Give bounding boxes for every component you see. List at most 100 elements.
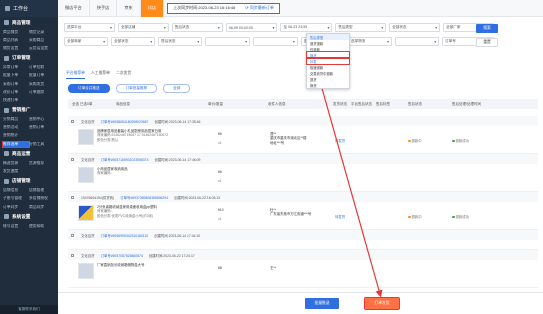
order-tab[interactable]: 人工推荐单 xyxy=(91,71,110,79)
sidebar-item[interactable]: 货源推荐 xyxy=(29,161,55,166)
sidebar-item[interactable]: 营销订单 xyxy=(29,125,55,130)
sidebar-item[interactable]: 营销统计 xyxy=(3,133,29,138)
sidebar-header[interactable]: 工作台 xyxy=(0,0,58,17)
sidebar-item[interactable]: 子账号管理 xyxy=(3,196,29,201)
sidebar-item[interactable]: 采购发货 xyxy=(29,82,55,87)
aftersale-type-dropdown[interactable]: 售后类型 退货退款 仅退款 换货 补发 极速退款 交易收货中退款 退货 换货 xyxy=(306,33,350,89)
sidebar-item[interactable]: 分销工具 xyxy=(29,142,55,147)
filter-select[interactable]: 售后状态 ▾ xyxy=(158,37,203,46)
sidebar-item[interactable]: 云货运设置 xyxy=(29,46,55,51)
sidebar-group-1[interactable]: 订单管理 xyxy=(0,53,58,64)
sidebar-item[interactable]: 批量订单 xyxy=(29,73,55,78)
sidebar-item[interactable]: 推荐选单 xyxy=(2,140,30,148)
sidebar-group-4[interactable]: 店铺管理 xyxy=(0,176,58,187)
aftersale-result-text: 退款成功 xyxy=(455,139,470,143)
chevron-down-icon: ▾ xyxy=(387,39,389,44)
sidebar-group-5[interactable]: 系统设置 xyxy=(0,211,58,222)
chevron-down-icon: ▾ xyxy=(217,25,220,30)
filter-select-value: 全部厂家 xyxy=(446,25,461,29)
order-id[interactable]: 订单号#6937087826860874 xyxy=(101,253,143,258)
sidebar-item[interactable]: 发货速度 xyxy=(3,169,29,174)
sidebar-item[interactable]: 店铺管理 xyxy=(29,188,55,193)
batch-push-button[interactable]: 批量推送 xyxy=(305,298,339,309)
sidebar-item[interactable]: 多店铺授权 xyxy=(29,196,55,201)
table-header-cell[interactable]: 全选 xyxy=(72,102,79,107)
sidebar-item[interactable]: 改价订单 xyxy=(3,90,29,95)
recipient-address: 广东省东莞市万江街道***号 xyxy=(270,212,312,217)
order-subtab[interactable]: 订单批量推荐 xyxy=(115,84,158,93)
platform-tab[interactable]: 快手店 xyxy=(90,0,118,17)
platform-tab[interactable]: 微店平台 xyxy=(58,0,90,17)
order-tab[interactable]: 平台推荐单 xyxy=(66,71,85,79)
sidebar-item[interactable]: 订单拉取 xyxy=(29,65,55,70)
filter-select[interactable]: 全部店铺 ▾ xyxy=(117,23,169,32)
sidebar-group-0[interactable]: 商品管理 xyxy=(0,17,58,28)
sidebar-item[interactable]: 采购商品 xyxy=(29,38,55,43)
filter-select[interactable]: ▾ xyxy=(253,37,298,46)
sidebar-item[interactable]: 商品同步 xyxy=(29,205,55,210)
product-title[interactable]: 厂家直销加长收纳箱储物盒大号 xyxy=(97,263,227,267)
order-checkbox[interactable] xyxy=(71,195,74,199)
filter-select[interactable]: 全部状态 ▾ xyxy=(111,37,156,46)
filter-select[interactable]: 售后类型 ▾ xyxy=(335,23,387,32)
filter-select[interactable]: 08-09 00:00:00 ▾ xyxy=(225,23,278,32)
search-button[interactable]: 搜索 xyxy=(476,24,498,33)
product-thumbnail[interactable] xyxy=(78,129,94,145)
order-checkbox[interactable] xyxy=(71,157,74,161)
filter-select[interactable]: ▾ xyxy=(394,37,440,46)
sidebar: 工作台 商品管理商品铺货 铺货记录 商品列表 采购商品 铺货设置 云货运设置订单管理异常订… xyxy=(0,0,58,314)
sidebar-item[interactable]: 铺货记录 xyxy=(29,30,55,35)
sidebar-item[interactable]: 订单跟踪 xyxy=(29,90,55,95)
platform-tab[interactable]: 京东 xyxy=(117,0,141,17)
sidebar-item[interactable]: 使用帮助 xyxy=(29,224,55,229)
sidebar-row: 批量下单 批量订单 xyxy=(0,72,58,80)
order-id[interactable]: 订单号#6937089808385696294 xyxy=(120,195,168,200)
sync-link[interactable]: ⟳ 同步最新订单 xyxy=(245,5,273,11)
order-id[interactable]: 订单号#6938654180298023687 xyxy=(101,119,149,124)
filter-select[interactable]: 至 06-23 23:59 ▾ xyxy=(280,23,333,32)
print-ship-button[interactable]: 打单发货 xyxy=(364,297,400,310)
sidebar-item[interactable]: 分销商品 xyxy=(3,117,29,122)
sidebar-item[interactable]: 店铺信息 xyxy=(3,188,29,193)
sidebar-item[interactable]: 采购订单 xyxy=(3,82,29,87)
shop-name: 文化百货 xyxy=(81,253,95,258)
filter-select[interactable]: ▾ xyxy=(205,37,251,46)
dropdown-option[interactable]: 换货 xyxy=(307,82,349,88)
filter-select[interactable]: 全部商家 ▾ xyxy=(64,37,109,46)
product-thumbnail[interactable] xyxy=(78,167,94,183)
filter-select-value: 订单号 xyxy=(445,39,456,43)
sidebar-group-2[interactable]: 营销推广 xyxy=(0,105,58,116)
filter-select[interactable]: 售后状态 ▾ xyxy=(171,23,223,32)
sidebar-footer[interactable]: 客服联系我们 xyxy=(0,305,58,314)
sidebar-group-3[interactable]: 商品运营 xyxy=(0,148,58,159)
product-thumbnail[interactable] xyxy=(78,263,94,279)
order-tab[interactable]: 二次发货 xyxy=(116,71,131,79)
sidebar-item[interactable]: 营销中心 xyxy=(29,117,55,122)
order-id[interactable]: 订单号#6937165931023556374 xyxy=(101,157,149,162)
sidebar-item[interactable]: 铺货设置 xyxy=(3,46,29,51)
filter-select[interactable]: 选择物流 ▾ xyxy=(347,37,392,46)
order-body: 2分负者箱收纳盒家用桌面收纳盒pp塑料 商家编码:- 颜色分类:优质PVC收纳盒小号… xyxy=(68,202,538,230)
filter-select[interactable]: 全部状态 ▾ xyxy=(389,23,441,32)
sidebar-item[interactable]: 商品列表 xyxy=(3,38,29,43)
filter-select[interactable]: 选择平台 ▾ xyxy=(64,23,115,32)
sidebar-item[interactable]: 营销活动 xyxy=(3,125,29,130)
sidebar-item[interactable]: 异常订单 xyxy=(3,65,29,70)
sidebar-item[interactable]: 商品铺货 xyxy=(3,30,29,35)
order-subtab[interactable]: 订单合并推送 xyxy=(68,84,110,93)
sidebar-item[interactable]: 批量下单 xyxy=(3,73,29,78)
sidebar-item[interactable]: 快递打单 xyxy=(3,98,29,103)
product-thumbnail[interactable] xyxy=(78,205,94,221)
sidebar-group-title: 订单管理 xyxy=(12,55,31,61)
platform-tab[interactable]: 抖店 xyxy=(140,0,165,17)
order-checkbox[interactable] xyxy=(71,119,74,123)
order-checkbox[interactable] xyxy=(71,233,74,237)
sidebar-item[interactable]: 精选货源 xyxy=(3,161,29,166)
order-subtab[interactable]: 全部 xyxy=(163,84,191,93)
sidebar-item[interactable]: 账号设置 xyxy=(3,224,29,229)
product-info: 小商品居家收纳用品 商家编码:- xyxy=(97,167,227,176)
order-checkbox[interactable] xyxy=(71,253,74,257)
reset-button[interactable]: 重置 xyxy=(476,38,498,47)
order-id[interactable]: 订单号#6936995342310180110 xyxy=(101,233,149,238)
sidebar-item[interactable]: 订单同步 xyxy=(3,205,29,210)
